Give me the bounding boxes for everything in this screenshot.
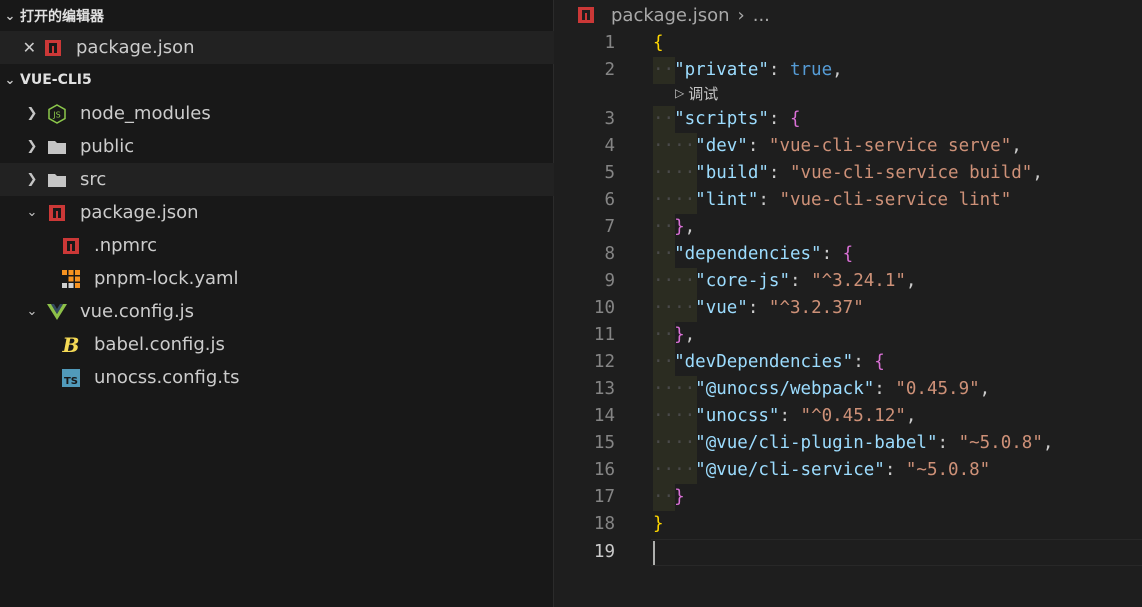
tree-item-label: pnpm-lock.yaml (94, 268, 239, 289)
tree-item-label: unocss.config.ts (94, 367, 240, 388)
tree-item-label: public (80, 136, 135, 157)
code-line[interactable]: 2 ··"private": true, (555, 57, 1142, 84)
code-line[interactable]: 19 (555, 539, 1142, 566)
babel-icon: B (62, 332, 80, 357)
npm-icon (577, 6, 595, 24)
folder-icon (46, 136, 68, 158)
chevron-down-icon: ⌄ (4, 72, 16, 88)
code-line[interactable]: 15 ····"@vue/cli-plugin-babel": "~5.0.8", (555, 430, 1142, 457)
tree-item-babel-config[interactable]: B babel.config.js (0, 328, 554, 361)
open-editor-item[interactable]: ✕ package.json (0, 31, 554, 64)
play-icon: ▷ (675, 86, 685, 100)
code-line[interactable]: 10 ····"vue": "^3.2.37" (555, 295, 1142, 322)
code-line[interactable]: 9 ····"core-js": "^3.24.1", (555, 268, 1142, 295)
npm-icon (60, 235, 82, 257)
project-header[interactable]: ⌄ VUE-CLI5 (0, 64, 554, 96)
chevron-down-icon: ⌄ (26, 205, 38, 220)
line-number: 17 (593, 487, 615, 507)
line-number: 13 (593, 379, 615, 399)
code-line[interactable]: 14 ····"unocss": "^0.45.12", (555, 403, 1142, 430)
npm-icon (42, 37, 64, 59)
code-line[interactable]: 12 ··"devDependencies": { (555, 349, 1142, 376)
vue-icon (46, 301, 68, 323)
tree-item-label: .npmrc (94, 235, 157, 256)
code-line[interactable]: 16 ····"@vue/cli-service": "~5.0.8" (555, 457, 1142, 484)
code-line[interactable]: 3 ··"scripts": { (555, 106, 1142, 133)
chevron-right-icon: ❯ (26, 139, 38, 154)
code-line[interactable]: 17 ··} (555, 484, 1142, 511)
code-line[interactable]: 4 ····"dev": "vue-cli-service serve", (555, 133, 1142, 160)
tree-item-public[interactable]: ❯ public (0, 130, 554, 163)
pnpm-icon (60, 268, 82, 290)
line-number: 5 (604, 163, 615, 183)
svg-text:TS: TS (64, 376, 78, 387)
line-number: 15 (593, 433, 615, 453)
chevron-down-icon: ⌄ (26, 304, 38, 319)
line-number: 12 (593, 352, 615, 372)
code-line[interactable]: 18} (555, 511, 1142, 538)
line-number: 16 (593, 460, 615, 480)
tree-item-pnpm-lock[interactable]: pnpm-lock.yaml (0, 262, 554, 295)
tree-item-npmrc[interactable]: .npmrc (0, 229, 554, 262)
line-number: 3 (604, 109, 615, 129)
line-number: 8 (604, 244, 615, 264)
breadcrumb-file[interactable]: package.json (611, 5, 730, 26)
line-number: 4 (604, 136, 615, 156)
code-line[interactable]: 1{ (555, 30, 1142, 57)
text-cursor (653, 541, 655, 565)
codelens-label[interactable]: 调试 (688, 83, 718, 104)
folder-icon (46, 169, 68, 191)
tree-item-package-json[interactable]: ⌄ package.json (0, 196, 554, 229)
chevron-right-icon: ❯ (26, 106, 38, 121)
explorer-sidebar: ⌄ 打开的编辑器 ✕ package.json ⌄ VUE-CLI5 ❯ JS … (0, 0, 554, 607)
line-number: 2 (604, 60, 615, 80)
code-line[interactable]: 8 ··"dependencies": { (555, 241, 1142, 268)
codelens-debug[interactable]: ▷ 调试 (675, 82, 718, 104)
tree-item-vue-config[interactable]: ⌄ vue.config.js (0, 295, 554, 328)
tree-item-label: node_modules (80, 103, 211, 124)
close-icon[interactable]: ✕ (0, 38, 36, 57)
code-line[interactable]: 13 ····"@unocss/webpack": "0.45.9", (555, 376, 1142, 403)
code-line[interactable]: 6 ····"lint": "vue-cli-service lint" (555, 187, 1142, 214)
line-number: 1 (604, 33, 615, 53)
open-editors-title: 打开的编辑器 (20, 9, 104, 25)
breadcrumb-more[interactable]: ... (753, 5, 770, 26)
breadcrumb[interactable]: package.json › ... (577, 3, 770, 27)
line-number: 19 (593, 542, 615, 562)
code-line[interactable]: 11 ··}, (555, 322, 1142, 349)
chevron-right-icon: ❯ (26, 172, 38, 187)
tree-item-label: vue.config.js (80, 301, 195, 322)
typescript-icon: TS (60, 367, 82, 389)
tree-item-src[interactable]: ❯ src (0, 163, 554, 196)
nodejs-icon: JS (46, 103, 68, 125)
tree-item-node-modules[interactable]: ❯ JS node_modules (0, 97, 554, 130)
line-number: 18 (593, 514, 615, 534)
tree-item-label: package.json (80, 202, 199, 223)
editor-pane: package.json › ... ▷ 调试 1{ 2 ··"private":… (555, 0, 1142, 607)
chevron-right-icon: › (737, 4, 745, 26)
line-number: 11 (593, 325, 615, 345)
line-number: 10 (593, 298, 615, 318)
chevron-down-icon: ⌄ (4, 8, 16, 24)
tree-item-label: src (80, 169, 107, 190)
tree-item-label: babel.config.js (94, 334, 225, 355)
open-editor-label: package.json (76, 37, 195, 58)
open-editors-header[interactable]: ⌄ 打开的编辑器 (0, 0, 554, 32)
svg-text:JS: JS (52, 110, 60, 119)
line-number: 14 (593, 406, 615, 426)
code-line[interactable]: 5 ····"build": "vue-cli-service build", (555, 160, 1142, 187)
tree-item-unocss-config[interactable]: TS unocss.config.ts (0, 361, 554, 394)
npm-icon (46, 202, 68, 224)
line-number: 9 (604, 271, 615, 291)
project-title: VUE-CLI5 (20, 72, 92, 88)
line-number: 7 (604, 217, 615, 237)
line-number: 6 (604, 190, 615, 210)
code-line[interactable]: 7 ··}, (555, 214, 1142, 241)
